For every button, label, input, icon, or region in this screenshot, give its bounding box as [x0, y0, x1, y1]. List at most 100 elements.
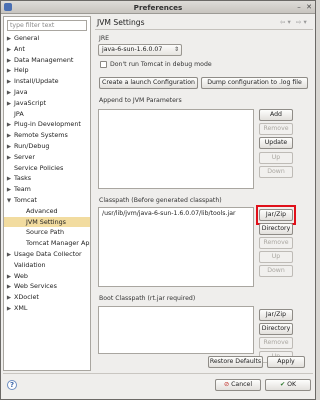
- ok-button[interactable]: ✔ OK: [265, 379, 311, 391]
- collapsed-arrow-icon[interactable]: ▶: [4, 142, 14, 152]
- sidebar-item-install-update[interactable]: ▶ Install/Update: [4, 76, 90, 87]
- collapsed-arrow-icon[interactable]: ▶: [4, 272, 14, 282]
- sidebar-item-label: XML: [14, 303, 28, 312]
- sidebar-item-tasks[interactable]: ▶ Tasks: [4, 173, 90, 184]
- sidebar-item-web-services[interactable]: ▶ Web Services: [4, 281, 90, 292]
- cancel-label: Cancel: [231, 381, 253, 388]
- sidebar-item-label: JVM Settings: [26, 217, 67, 226]
- classpath-directory-button[interactable]: Directory: [259, 223, 293, 235]
- classpath-down-button[interactable]: Down: [259, 265, 293, 277]
- apply-button[interactable]: Apply: [267, 356, 305, 368]
- collapsed-arrow-icon[interactable]: ▶: [4, 56, 14, 66]
- sidebar-item-xdoclet[interactable]: ▶ XDoclet: [4, 292, 90, 303]
- create-launch-config-button[interactable]: Create a launch Configuration: [99, 77, 198, 89]
- sidebar-item-advanced[interactable]: Advanced: [4, 206, 90, 217]
- boot-jarzip-button[interactable]: Jar/Zip: [259, 309, 293, 321]
- sidebar-item-label: Plug-in Development: [14, 120, 81, 129]
- sidebar-item-javascript[interactable]: ▶ JavaScript: [4, 98, 90, 109]
- collapsed-arrow-icon[interactable]: ▶: [4, 88, 14, 98]
- sidebar-item-jpa[interactable]: JPA: [4, 109, 90, 120]
- page-header: JVM Settings ⇦ ▾ ⇨ ▾: [95, 16, 313, 28]
- collapsed-arrow-icon[interactable]: ▶: [4, 174, 14, 184]
- sidebar-item-label: Advanced: [26, 206, 58, 215]
- filter-input[interactable]: [7, 20, 87, 31]
- add-parameter-button[interactable]: Add: [259, 109, 293, 121]
- sidebar-item-label: Ant: [14, 44, 25, 53]
- sidebar-item-remote-systems[interactable]: ▶ Remote Systems: [4, 130, 90, 141]
- preferences-window: Preferences – ✕ ▶General▶Ant▶Data Manage…: [0, 0, 316, 400]
- jre-label: JRE: [99, 35, 110, 42]
- sidebar-item-xml[interactable]: ▶ XML: [4, 303, 90, 314]
- parameter-down-button[interactable]: Down: [259, 166, 293, 178]
- collapsed-arrow-icon[interactable]: ▶: [4, 77, 14, 87]
- dump-config-button[interactable]: Dump configuration to .log file: [201, 77, 308, 89]
- page-title: JVM Settings: [97, 18, 145, 27]
- remove-parameter-button[interactable]: Remove: [259, 123, 293, 135]
- sidebar-item-source-path[interactable]: Source Path: [4, 227, 90, 238]
- forward-arrow-icon[interactable]: ⇨ ▾: [296, 18, 307, 26]
- sidebar-item-usage-data-collector[interactable]: ▶ Usage Data Collector: [4, 249, 90, 260]
- sidebar-item-help[interactable]: ▶ Help: [4, 65, 90, 76]
- minimize-icon[interactable]: –: [295, 3, 303, 11]
- sidebar-item-team[interactable]: ▶ Team: [4, 184, 90, 195]
- cancel-button[interactable]: ⊘ Cancel: [215, 379, 261, 391]
- classpath-up-button[interactable]: Up: [259, 251, 293, 263]
- classpath-list[interactable]: /usr/lib/jvm/java-6-sun-1.6.0.07/lib/too…: [98, 207, 254, 287]
- boot-remove-button[interactable]: Remove: [259, 337, 293, 349]
- collapsed-arrow-icon[interactable]: ▶: [4, 250, 14, 260]
- collapsed-arrow-icon[interactable]: ▶: [4, 293, 14, 303]
- jre-select[interactable]: java-6-sun-1.6.0.07 ⇕: [98, 44, 182, 56]
- ok-label: OK: [287, 381, 297, 388]
- parameter-up-button[interactable]: Up: [259, 152, 293, 164]
- classpath-remove-button[interactable]: Remove: [259, 237, 293, 249]
- boot-classpath-list[interactable]: [98, 306, 254, 354]
- sidebar-item-tomcat[interactable]: ▼ Tomcat: [4, 195, 90, 206]
- back-arrow-icon[interactable]: ⇦ ▾: [280, 18, 291, 26]
- update-parameter-button[interactable]: Update: [259, 137, 293, 149]
- collapsed-arrow-icon[interactable]: ▶: [4, 185, 14, 195]
- sidebar-item-label: Tasks: [14, 174, 32, 183]
- sidebar-item-label: Web Services: [14, 282, 57, 291]
- collapsed-arrow-icon[interactable]: ▶: [4, 304, 14, 314]
- preferences-tree-panel: ▶General▶Ant▶Data Management▶Help▶Instal…: [3, 16, 91, 371]
- collapsed-arrow-icon[interactable]: ▶: [4, 99, 14, 109]
- window-title: Preferences: [133, 3, 183, 12]
- close-icon[interactable]: ✕: [305, 3, 313, 11]
- cancel-icon: ⊘: [223, 381, 230, 388]
- expanded-arrow-icon[interactable]: ▼: [4, 196, 14, 206]
- collapsed-arrow-icon[interactable]: ▶: [4, 120, 14, 130]
- sidebar-item-ant[interactable]: ▶ Ant: [4, 44, 90, 55]
- jvm-parameters-list[interactable]: [98, 109, 254, 189]
- collapsed-arrow-icon[interactable]: ▶: [4, 153, 14, 163]
- boot-directory-button[interactable]: Directory: [259, 323, 293, 335]
- sidebar-item-web[interactable]: ▶ Web: [4, 271, 90, 282]
- sidebar-item-tomcat-manager-app[interactable]: Tomcat Manager App: [4, 238, 90, 249]
- sidebar-item-validation[interactable]: Validation: [4, 260, 90, 271]
- sidebar-item-label: Data Management: [14, 55, 74, 64]
- sidebar-item-label: Source Path: [26, 228, 65, 237]
- sidebar-item-server[interactable]: ▶ Server: [4, 152, 90, 163]
- collapsed-arrow-icon[interactable]: ▶: [4, 131, 14, 141]
- jre-value: java-6-sun-1.6.0.07: [102, 46, 163, 53]
- help-icon[interactable]: ?: [7, 380, 17, 390]
- sidebar-item-label: Remote Systems: [14, 131, 68, 140]
- chevron-down-icon: ⇕: [173, 46, 179, 53]
- collapsed-arrow-icon[interactable]: ▶: [4, 66, 14, 76]
- collapsed-arrow-icon[interactable]: ▶: [4, 45, 14, 55]
- sidebar-item-java[interactable]: ▶ Java: [4, 87, 90, 98]
- sidebar-item-label: Tomcat: [14, 195, 37, 204]
- preferences-tree: ▶ General ▶ Ant ▶ Data Management ▶ Help ▶ Instal…: [4, 33, 90, 314]
- sidebar-item-plug-in-development[interactable]: ▶ Plug-in Development: [4, 119, 90, 130]
- debug-mode-checkbox[interactable]: [100, 61, 107, 68]
- sidebar-item-label: Service Policies: [14, 163, 64, 172]
- sidebar-item-data-management[interactable]: ▶ Data Management: [4, 55, 90, 66]
- sidebar-item-general[interactable]: ▶ General: [4, 33, 90, 44]
- sidebar-item-label: Help: [14, 66, 29, 75]
- sidebar-item-service-policies[interactable]: Service Policies: [4, 163, 90, 174]
- restore-defaults-button[interactable]: Restore Defaults: [208, 356, 263, 368]
- sidebar-item-jvm-settings[interactable]: JVM Settings: [4, 216, 90, 228]
- collapsed-arrow-icon[interactable]: ▶: [4, 34, 14, 44]
- classpath-entry[interactable]: /usr/lib/jvm/java-6-sun-1.6.0.07/lib/too…: [99, 208, 253, 219]
- collapsed-arrow-icon[interactable]: ▶: [4, 282, 14, 292]
- sidebar-item-run-debug[interactable]: ▶ Run/Debug: [4, 141, 90, 152]
